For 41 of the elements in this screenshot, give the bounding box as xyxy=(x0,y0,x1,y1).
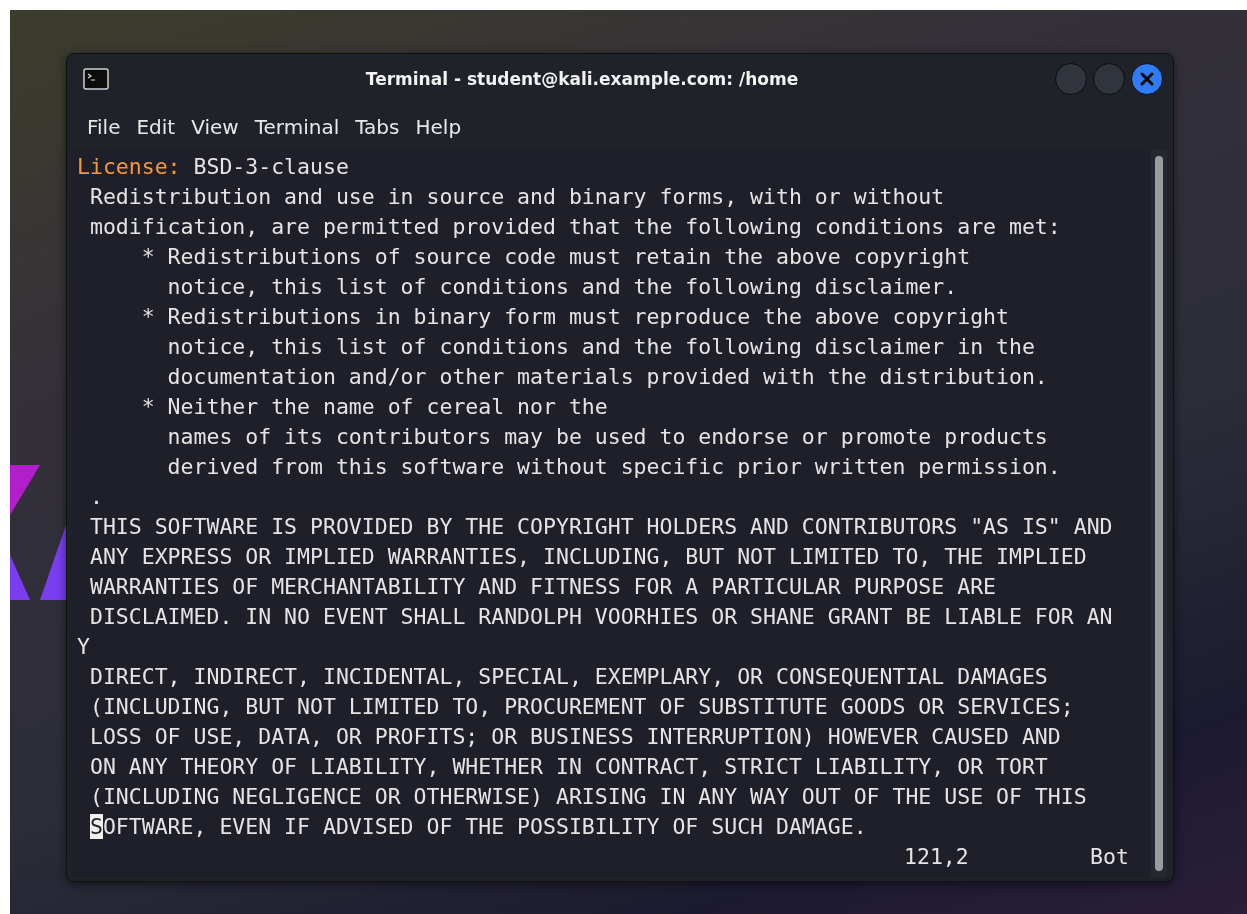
terminal-text: DISCLAIMED. IN NO EVENT SHALL RANDOLPH VOORHIES OR SHANE GRANT BE LIABLE FOR AN xyxy=(88,604,1113,629)
scrollbar-thumb[interactable] xyxy=(1155,156,1163,871)
terminal-icon xyxy=(83,68,109,90)
maximize-button[interactable] xyxy=(1093,63,1125,95)
terminal-text: * Neither the name of cereal nor the xyxy=(140,394,608,419)
terminal-text: ANY EXPRESS OR IMPLIED WARRANTIES, INCLUDING, BUT NOT LIMITED TO, THE IMPLIED xyxy=(88,544,1087,569)
terminal-text: DIRECT, INDIRECT, INCIDENTAL, SPECIAL, EXEMPLARY, OR CONSEQUENTIAL DAMAGES xyxy=(88,664,1048,689)
menu-item[interactable]: File xyxy=(81,111,127,143)
menu-item[interactable]: Terminal xyxy=(248,111,346,143)
terminal-text: Redistribution and use in source and binary forms, with or without xyxy=(88,184,945,209)
license-label: License: xyxy=(77,154,181,179)
terminal-text: OFTWARE, EVEN IF ADVISED OF THE POSSIBILITY OF SUCH DAMAGE. xyxy=(102,814,867,839)
scrollbar[interactable] xyxy=(1151,150,1167,877)
terminal-text: notice, this list of conditions and the following disclaimer. xyxy=(166,274,958,299)
close-icon xyxy=(1139,71,1155,87)
terminal-text: documentation and/or other materials provided with the distribution. xyxy=(166,364,1048,389)
terminal-text: modification, are permitted provided that the following conditions are met: xyxy=(88,214,1061,239)
minimize-button[interactable] xyxy=(1055,63,1087,95)
terminal-text: . xyxy=(88,484,103,509)
terminal-text: * Redistributions of source code must retain the above copyright xyxy=(140,244,971,269)
terminal-text: derived from this software without specific prior written permission. xyxy=(166,454,1061,479)
terminal-text: Y xyxy=(77,634,90,659)
terminal-text: LOSS OF USE, DATA, OR PROFITS; OR BUSINESS INTERRUPTION) HOWEVER CAUSED AND xyxy=(88,724,1061,749)
terminal-text: (INCLUDING NEGLIGENCE OR OTHERWISE) ARISING IN ANY WAY OUT OF THE USE OF THIS xyxy=(88,784,1087,809)
menu-item[interactable]: Tabs xyxy=(349,111,406,143)
terminal-text: * Redistributions in binary form must reproduce the above copyright xyxy=(140,304,1009,329)
scroll-position: Bot xyxy=(1090,843,1130,871)
terminal-text: names of its contributors may be used to endorse or promote products xyxy=(166,424,1048,449)
terminal-text: ON ANY THEORY OF LIABILITY, WHETHER IN CONTRACT, STRICT LIABILITY, OR TORT xyxy=(88,754,1048,779)
close-button[interactable] xyxy=(1131,63,1163,95)
window-title: Terminal - student@kali.example.com: /home xyxy=(364,69,800,89)
cursor-position: 121,2 xyxy=(904,843,970,871)
menu-item[interactable]: View xyxy=(185,111,245,143)
terminal-text: BSD-3-clause xyxy=(192,154,349,179)
menu-item[interactable]: Help xyxy=(409,111,468,143)
menu-item[interactable]: Edit xyxy=(130,111,182,143)
terminal-text: THIS SOFTWARE IS PROVIDED BY THE COPYRIGHT HOLDERS AND CONTRIBUTORS "AS IS" AND xyxy=(88,514,1113,539)
terminal-text: notice, this list of conditions and the following disclaimer in the xyxy=(166,334,1035,359)
text-cursor: S xyxy=(89,814,103,839)
terminal-text: (INCLUDING, BUT NOT LIMITED TO, PROCUREMENT OF SUBSTITUTE GOODS OR SERVICES; xyxy=(88,694,1074,719)
terminal-text: WARRANTIES OF MERCHANTABILITY AND FITNESS FOR A PARTICULAR PURPOSE ARE xyxy=(88,574,997,599)
